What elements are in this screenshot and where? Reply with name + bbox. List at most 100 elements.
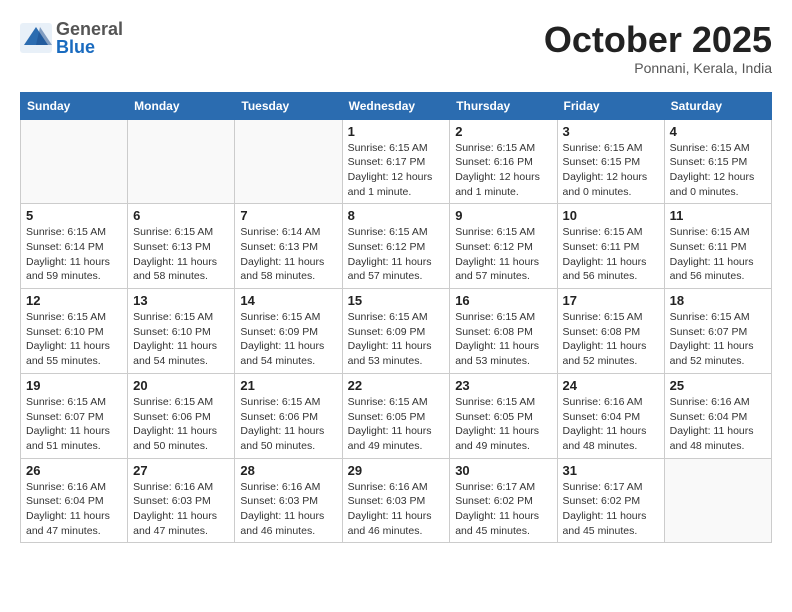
- day-info: Sunrise: 6:15 AMSunset: 6:10 PMDaylight:…: [26, 310, 122, 369]
- day-info: Sunrise: 6:15 AMSunset: 6:09 PMDaylight:…: [240, 310, 336, 369]
- day-cell: 4Sunrise: 6:15 AMSunset: 6:15 PMDaylight…: [664, 119, 771, 204]
- day-cell: 22 Sunrise: 6:15 AMSunset: 6:05 PMDayligh…: [342, 373, 450, 458]
- day-cell: 12 Sunrise: 6:15 AMSunset: 6:10 PMDayligh…: [21, 289, 128, 374]
- calendar-table: SundayMondayTuesdayWednesdayThursdayFrid…: [20, 92, 772, 544]
- day-info: Sunrise: 6:15 AMSunset: 6:08 PMDaylight:…: [455, 310, 551, 369]
- day-number: 16: [455, 293, 551, 308]
- week-row-4: 19Sunrise: 6:15 AMSunset: 6:07 PMDayligh…: [21, 373, 772, 458]
- day-number: 6: [133, 208, 229, 223]
- day-cell: 21 Sunrise: 6:15 AMSunset: 6:06 PMDayligh…: [235, 373, 342, 458]
- day-number: 22: [348, 378, 445, 393]
- day-info: Sunrise: 6:15 AMSunset: 6:06 PMDaylight:…: [240, 395, 336, 454]
- day-cell: 17Sunrise: 6:15 AMSunset: 6:08 PMDayligh…: [557, 289, 664, 374]
- day-number: 13: [133, 293, 229, 308]
- day-cell: 30 Sunrise: 6:17 AMSunset: 6:02 PMDayligh…: [450, 458, 557, 543]
- day-number: 2: [455, 124, 551, 139]
- weekday-header-thursday: Thursday: [450, 92, 557, 119]
- day-number: 21: [240, 378, 336, 393]
- day-cell: 16 Sunrise: 6:15 AMSunset: 6:08 PMDayligh…: [450, 289, 557, 374]
- logo-icon: [20, 23, 52, 53]
- day-info: Sunrise: 6:15 AMSunset: 6:10 PMDaylight:…: [133, 310, 229, 369]
- day-number: 14: [240, 293, 336, 308]
- day-cell: 18 Sunrise: 6:15 AMSunset: 6:07 PMDayligh…: [664, 289, 771, 374]
- logo-general-text: General: [56, 20, 123, 38]
- day-number: 30: [455, 463, 551, 478]
- day-cell: 27Sunrise: 6:16 AMSunset: 6:03 PMDayligh…: [128, 458, 235, 543]
- day-info: Sunrise: 6:15 AMSunset: 6:16 PMDaylight:…: [455, 141, 551, 200]
- day-cell: 25Sunrise: 6:16 AMSunset: 6:04 PMDayligh…: [664, 373, 771, 458]
- logo: General Blue: [20, 20, 123, 56]
- day-number: 10: [563, 208, 659, 223]
- day-info: Sunrise: 6:15 AMSunset: 6:07 PMDaylight:…: [670, 310, 766, 369]
- day-number: 9: [455, 208, 551, 223]
- logo-blue-text: Blue: [56, 38, 123, 56]
- day-number: 17: [563, 293, 659, 308]
- weekday-header-tuesday: Tuesday: [235, 92, 342, 119]
- day-info: Sunrise: 6:16 AMSunset: 6:03 PMDaylight:…: [133, 480, 229, 539]
- title-area: October 2025 Ponnani, Kerala, India: [544, 20, 772, 76]
- weekday-header-saturday: Saturday: [664, 92, 771, 119]
- day-number: 5: [26, 208, 122, 223]
- day-number: 3: [563, 124, 659, 139]
- day-cell: 11 Sunrise: 6:15 AMSunset: 6:11 PMDayligh…: [664, 204, 771, 289]
- day-number: 23: [455, 378, 551, 393]
- day-cell: 24 Sunrise: 6:16 AMSunset: 6:04 PMDayligh…: [557, 373, 664, 458]
- day-number: 18: [670, 293, 766, 308]
- weekday-header-friday: Friday: [557, 92, 664, 119]
- day-cell: 14 Sunrise: 6:15 AMSunset: 6:09 PMDayligh…: [235, 289, 342, 374]
- day-number: 31: [563, 463, 659, 478]
- day-cell: 7Sunrise: 6:14 AMSunset: 6:13 PMDaylight…: [235, 204, 342, 289]
- day-info: Sunrise: 6:15 AMSunset: 6:11 PMDaylight:…: [563, 225, 659, 284]
- day-info: Sunrise: 6:17 AMSunset: 6:02 PMDaylight:…: [563, 480, 659, 539]
- day-cell: [664, 458, 771, 543]
- weekday-header-sunday: Sunday: [21, 92, 128, 119]
- day-cell: 13 Sunrise: 6:15 AMSunset: 6:10 PMDayligh…: [128, 289, 235, 374]
- day-info: Sunrise: 6:17 AMSunset: 6:02 PMDaylight:…: [455, 480, 551, 539]
- day-number: 7: [240, 208, 336, 223]
- day-info: Sunrise: 6:16 AMSunset: 6:04 PMDaylight:…: [670, 395, 766, 454]
- day-cell: 10 Sunrise: 6:15 AMSunset: 6:11 PMDayligh…: [557, 204, 664, 289]
- week-row-3: 12 Sunrise: 6:15 AMSunset: 6:10 PMDayligh…: [21, 289, 772, 374]
- week-row-5: 26Sunrise: 6:16 AMSunset: 6:04 PMDayligh…: [21, 458, 772, 543]
- day-info: Sunrise: 6:15 AMSunset: 6:15 PMDaylight:…: [563, 141, 659, 200]
- day-cell: 19Sunrise: 6:15 AMSunset: 6:07 PMDayligh…: [21, 373, 128, 458]
- weekday-header-wednesday: Wednesday: [342, 92, 450, 119]
- day-number: 12: [26, 293, 122, 308]
- weekday-header-monday: Monday: [128, 92, 235, 119]
- day-info: Sunrise: 6:15 AMSunset: 6:11 PMDaylight:…: [670, 225, 766, 284]
- day-info: Sunrise: 6:16 AMSunset: 6:04 PMDaylight:…: [563, 395, 659, 454]
- location: Ponnani, Kerala, India: [544, 60, 772, 76]
- day-cell: 8Sunrise: 6:15 AMSunset: 6:12 PMDaylight…: [342, 204, 450, 289]
- weekday-header-row: SundayMondayTuesdayWednesdayThursdayFrid…: [21, 92, 772, 119]
- day-number: 28: [240, 463, 336, 478]
- day-cell: [235, 119, 342, 204]
- day-info: Sunrise: 6:15 AMSunset: 6:07 PMDaylight:…: [26, 395, 122, 454]
- day-info: Sunrise: 6:16 AMSunset: 6:03 PMDaylight:…: [240, 480, 336, 539]
- day-info: Sunrise: 6:15 AMSunset: 6:05 PMDaylight:…: [348, 395, 445, 454]
- day-info: Sunrise: 6:15 AMSunset: 6:09 PMDaylight:…: [348, 310, 445, 369]
- day-cell: 29Sunrise: 6:16 AMSunset: 6:03 PMDayligh…: [342, 458, 450, 543]
- day-cell: 2 Sunrise: 6:15 AMSunset: 6:16 PMDaylight…: [450, 119, 557, 204]
- day-cell: [128, 119, 235, 204]
- day-cell: 6 Sunrise: 6:15 AMSunset: 6:13 PMDaylight…: [128, 204, 235, 289]
- day-info: Sunrise: 6:15 AMSunset: 6:05 PMDaylight:…: [455, 395, 551, 454]
- day-info: Sunrise: 6:15 AMSunset: 6:06 PMDaylight:…: [133, 395, 229, 454]
- day-number: 20: [133, 378, 229, 393]
- day-cell: 5Sunrise: 6:15 AMSunset: 6:14 PMDaylight…: [21, 204, 128, 289]
- month-title: October 2025: [544, 20, 772, 60]
- day-cell: 1Sunrise: 6:15 AMSunset: 6:17 PMDaylight…: [342, 119, 450, 204]
- day-cell: 20 Sunrise: 6:15 AMSunset: 6:06 PMDayligh…: [128, 373, 235, 458]
- day-info: Sunrise: 6:16 AMSunset: 6:04 PMDaylight:…: [26, 480, 122, 539]
- day-cell: 26Sunrise: 6:16 AMSunset: 6:04 PMDayligh…: [21, 458, 128, 543]
- day-info: Sunrise: 6:15 AMSunset: 6:15 PMDaylight:…: [670, 141, 766, 200]
- day-info: Sunrise: 6:15 AMSunset: 6:12 PMDaylight:…: [455, 225, 551, 284]
- day-cell: 28 Sunrise: 6:16 AMSunset: 6:03 PMDayligh…: [235, 458, 342, 543]
- day-cell: 3 Sunrise: 6:15 AMSunset: 6:15 PMDaylight…: [557, 119, 664, 204]
- day-cell: 9 Sunrise: 6:15 AMSunset: 6:12 PMDaylight…: [450, 204, 557, 289]
- day-cell: 15Sunrise: 6:15 AMSunset: 6:09 PMDayligh…: [342, 289, 450, 374]
- week-row-2: 5Sunrise: 6:15 AMSunset: 6:14 PMDaylight…: [21, 204, 772, 289]
- day-number: 24: [563, 378, 659, 393]
- day-info: Sunrise: 6:15 AMSunset: 6:13 PMDaylight:…: [133, 225, 229, 284]
- page-header: General Blue October 2025 Ponnani, Keral…: [20, 20, 772, 76]
- day-number: 11: [670, 208, 766, 223]
